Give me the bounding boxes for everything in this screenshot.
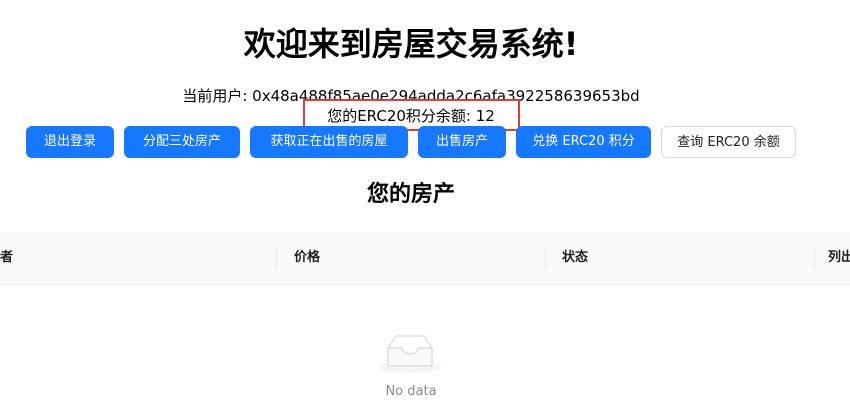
column-header-listed[interactable]: 列出 bbox=[828, 232, 850, 284]
empty-state-text: No data bbox=[385, 384, 437, 399]
page: 欢迎来到房屋交易系统! 当前用户: 0x48a488f85ae0e294adda… bbox=[0, 0, 850, 403]
properties-table-header: 者 价格 状态 列出 bbox=[0, 232, 850, 285]
column-header-status[interactable]: 状态 bbox=[562, 232, 588, 284]
column-header-owner[interactable]: 者 bbox=[0, 232, 13, 284]
column-divider bbox=[276, 247, 277, 269]
column-header-price[interactable]: 价格 bbox=[294, 232, 320, 284]
column-divider bbox=[814, 247, 815, 269]
exchange-erc20-button[interactable]: 兑换 ERC20 积分 bbox=[516, 126, 651, 158]
page-title: 欢迎来到房屋交易系统! bbox=[243, 25, 579, 63]
sell-property-button[interactable]: 出售房产 bbox=[418, 126, 506, 158]
allocate-properties-button[interactable]: 分配三处房产 bbox=[124, 126, 240, 158]
get-on-sale-button[interactable]: 获取正在出售的房屋 bbox=[250, 126, 408, 158]
properties-section-title: 您的房产 bbox=[366, 182, 455, 207]
column-divider bbox=[545, 247, 546, 269]
empty-inbox-icon bbox=[379, 335, 441, 373]
logout-button[interactable]: 退出登录 bbox=[26, 126, 114, 158]
query-erc20-balance-button[interactable]: 查询 ERC20 余额 bbox=[661, 126, 796, 158]
